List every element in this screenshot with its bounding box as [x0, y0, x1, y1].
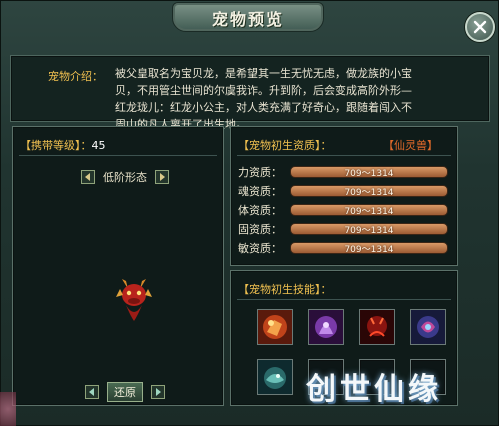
form-label: 低阶形态	[103, 171, 147, 184]
prev-form-button[interactable]	[81, 170, 95, 184]
rotate-left-button[interactable]	[85, 385, 99, 399]
carry-level-label: 【携带等级】：	[20, 139, 92, 152]
intro-label: 宠物介绍：	[48, 70, 103, 83]
title-plate: 宠物预览	[172, 2, 324, 32]
divider	[237, 155, 451, 156]
stat-row: 体资质： 709～1314	[238, 202, 448, 218]
stat-bar: 709～1314	[290, 204, 448, 217]
skill-slot[interactable]	[359, 309, 395, 345]
close-button[interactable]	[465, 12, 495, 42]
form-selector: 低阶形态	[75, 169, 175, 185]
demon-skill-icon	[360, 310, 394, 344]
stat-value: 709～1314	[344, 207, 394, 217]
dragon-model-icon	[116, 279, 152, 321]
stat-bar: 709～1314	[290, 185, 448, 198]
corner-flower-decoration	[0, 392, 16, 426]
close-icon	[473, 20, 487, 34]
stat-label: 力资质：	[238, 166, 282, 179]
skills-heading: 【宠物初生技能】：	[238, 283, 332, 296]
game-logo-watermark: 创世仙缘	[306, 372, 442, 407]
blue-swirl-skill-icon	[411, 310, 445, 344]
stat-row: 敏资质： 709～1314	[238, 240, 448, 256]
stat-label: 魂资质：	[238, 185, 282, 198]
stat-label: 固资质：	[238, 223, 282, 236]
skill-slot[interactable]	[257, 359, 293, 395]
stat-value: 709～1314	[344, 169, 394, 179]
skill-slot[interactable]	[308, 309, 344, 345]
reset-button[interactable]: 还原	[107, 382, 143, 402]
window-title: 宠物预览	[211, 10, 284, 29]
aptitude-heading: 【宠物初生资质】：	[238, 139, 332, 152]
divider	[237, 299, 451, 300]
carry-level-value: 45	[91, 139, 106, 152]
pet-model-panel: 【携带等级】：45 低阶形态 还原	[12, 126, 224, 406]
stat-value: 709～1314	[344, 245, 394, 255]
arrow-right-icon	[160, 173, 165, 181]
intro-line: 红龙珑儿：红龙小公主，对人类充满了好奇心，跟随着闯入不	[115, 101, 412, 114]
stat-row: 力资质： 709～1314	[238, 164, 448, 180]
stat-bar: 709～1314	[290, 223, 448, 236]
intro-line: 被父皇取名为宝贝龙，是希望其一生无忧无虑，做龙族的小宝	[115, 67, 412, 80]
intro-text: 被父皇取名为宝贝龙，是希望其一生无忧无虑，做龙族的小宝 贝，不用管尘世间的尔虞我…	[115, 65, 478, 133]
sea-creature-skill-icon	[258, 360, 292, 394]
rarity-badge: 【仙灵兽】	[383, 139, 438, 152]
reset-row: 还原	[85, 382, 165, 402]
divider	[19, 155, 217, 156]
next-form-button[interactable]	[155, 170, 169, 184]
stat-value: 709～1314	[344, 226, 394, 236]
intro-line: 贝，不用管尘世间的尔虞我诈。升到阶，后会变成高阶外形—	[115, 84, 412, 97]
stat-row: 魂资质： 709～1314	[238, 183, 448, 199]
skill-slot[interactable]	[257, 309, 293, 345]
stat-bar: 709～1314	[290, 242, 448, 255]
stat-label: 体资质：	[238, 204, 282, 217]
purple-aura-skill-icon	[309, 310, 343, 344]
stat-bar: 709～1314	[290, 166, 448, 179]
skill-slot[interactable]	[410, 309, 446, 345]
stat-row: 固资质： 709～1314	[238, 221, 448, 237]
arrow-left-icon	[85, 173, 90, 181]
rotate-left-icon	[89, 388, 94, 396]
rotate-right-icon	[156, 388, 161, 396]
stat-value: 709～1314	[344, 188, 394, 198]
carry-level: 【携带等级】：45	[20, 137, 106, 153]
stat-label: 敏资质：	[238, 242, 282, 255]
fist-fire-skill-icon	[258, 310, 292, 344]
pet-intro-panel: 宠物介绍： 被父皇取名为宝贝龙，是希望其一生无忧无虑，做龙族的小宝 贝，不用管尘…	[10, 55, 490, 131]
rotate-right-button[interactable]	[151, 385, 165, 399]
aptitude-panel: 【宠物初生资质】： 【仙灵兽】 力资质： 709～1314 魂资质： 709～131…	[230, 126, 458, 266]
